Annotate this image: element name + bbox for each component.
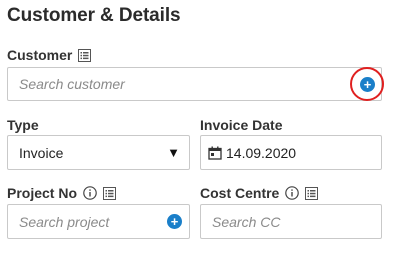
cost-centre-search-placeholder: Search CC [212, 213, 281, 230]
list-icon[interactable] [305, 186, 319, 200]
calendar-icon[interactable] [208, 146, 222, 160]
plus-circle-icon: + [363, 77, 372, 92]
type-label: Type [7, 117, 39, 133]
list-icon[interactable] [78, 48, 92, 62]
type-label-group: Type [7, 117, 39, 133]
info-icon[interactable] [285, 186, 300, 200]
customer-label: Customer [7, 47, 73, 63]
add-project-button[interactable]: + [167, 214, 182, 229]
cost-centre-label-group: Cost Centre [200, 185, 319, 201]
customer-search-input[interactable]: Search customer [7, 67, 382, 101]
customer-search-placeholder: Search customer [19, 76, 125, 92]
invoice-date-value: 14.09.2020 [226, 144, 297, 161]
project-search-input[interactable]: Search project [7, 204, 190, 239]
list-icon[interactable] [103, 186, 117, 200]
plus-circle-icon: + [170, 214, 179, 229]
customer-label-group: Customer [7, 47, 92, 63]
invoice-date-input[interactable]: 14.09.2020 [200, 135, 382, 170]
type-select-value: Invoice [19, 144, 64, 161]
info-icon[interactable] [83, 186, 97, 200]
chevron-down-icon: ▼ [167, 145, 180, 160]
cost-centre-search-input[interactable]: Search CC [200, 204, 382, 239]
add-customer-button[interactable]: + [360, 77, 375, 92]
type-select[interactable]: Invoice ▼ [7, 135, 190, 170]
invoice-date-label-group: Invoice Date [200, 117, 282, 133]
cost-centre-label: Cost Centre [200, 185, 280, 201]
project-label-group: Project No [7, 185, 117, 201]
invoice-date-label: Invoice Date [200, 117, 283, 133]
project-label: Project No [7, 185, 78, 201]
section-title: Customer & Details [7, 5, 181, 26]
project-search-placeholder: Search project [19, 213, 110, 230]
